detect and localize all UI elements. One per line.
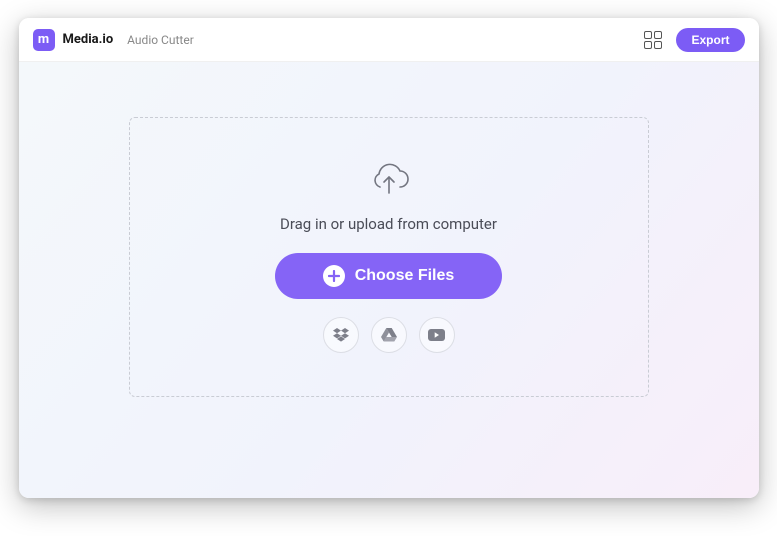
source-row — [323, 317, 455, 353]
app-window: m Media.io Audio Cutter Export Drag in o… — [19, 18, 759, 498]
logo-icon: m — [33, 29, 55, 51]
google-drive-icon — [381, 328, 397, 342]
choose-files-button[interactable]: Choose Files — [275, 253, 503, 299]
youtube-icon — [428, 329, 445, 341]
source-google-drive[interactable] — [371, 317, 407, 353]
main-area: Drag in or upload from computer Choose F… — [19, 62, 759, 498]
source-youtube[interactable] — [419, 317, 455, 353]
source-dropbox[interactable] — [323, 317, 359, 353]
header-bar: m Media.io Audio Cutter Export — [19, 18, 759, 62]
apps-grid-icon[interactable] — [644, 31, 662, 49]
export-button[interactable]: Export — [676, 28, 744, 52]
tool-title: Audio Cutter — [127, 33, 194, 47]
dropbox-icon — [333, 328, 349, 342]
choose-files-label: Choose Files — [355, 267, 455, 285]
dropzone-hint: Drag in or upload from computer — [280, 215, 497, 233]
brand-name: Media.io — [63, 32, 114, 47]
plus-icon — [323, 265, 345, 287]
upload-dropzone[interactable]: Drag in or upload from computer Choose F… — [129, 117, 649, 397]
cloud-upload-icon — [366, 161, 412, 201]
